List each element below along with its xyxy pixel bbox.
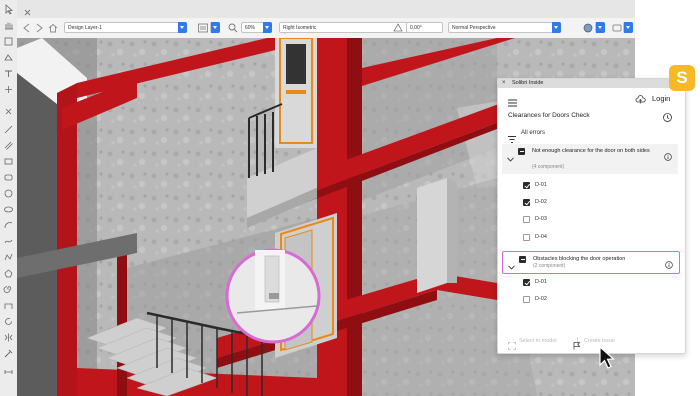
chevron-down-icon [596, 22, 605, 33]
back-arrow-icon[interactable] [21, 22, 33, 34]
group-checkbox-partial[interactable] [518, 148, 525, 155]
polygon-icon[interactable] [3, 268, 14, 279]
component-label: D-01 [535, 279, 547, 285]
cloud-icon [635, 92, 646, 104]
layer-options-dropdown[interactable] [210, 22, 220, 33]
chevron-down-icon [552, 22, 561, 33]
component-label: D-02 [535, 199, 547, 205]
selection-arrow-icon[interactable] [3, 4, 14, 15]
logo-letter: S [676, 68, 688, 87]
arc-tool-icon[interactable] [3, 220, 14, 231]
login-label: Login [652, 94, 671, 103]
checkbox-unchecked[interactable] [523, 234, 530, 241]
mouse-pointer-icon [598, 345, 616, 370]
text-tool-icon[interactable] [3, 68, 14, 79]
flag-icon [573, 337, 581, 350]
solibri-panel: × Solibri Inside Login Clearances for Do… [497, 78, 686, 354]
mirror-icon[interactable] [3, 332, 14, 343]
info-icon[interactable] [664, 148, 672, 161]
chevron-down-icon[interactable] [508, 257, 515, 270]
spiral-icon[interactable] [3, 284, 14, 295]
walkthrough-icon[interactable] [3, 52, 14, 63]
flyover-icon[interactable] [3, 36, 14, 47]
filter-icon [508, 130, 516, 143]
window-titlebar [17, 0, 635, 19]
panel-title: Solibri Inside [512, 80, 544, 86]
render-mode-dropdown[interactable] [595, 22, 605, 33]
render-mode-icon[interactable] [582, 22, 594, 34]
lighting-dropdown[interactable] [623, 22, 633, 33]
polyline-icon[interactable] [3, 252, 14, 263]
group-count: (2 component) [533, 263, 566, 269]
line-tool-icon[interactable] [3, 124, 14, 135]
component-label: D-01 [535, 182, 547, 188]
history-icon[interactable] [662, 110, 673, 122]
close-tab-icon[interactable] [23, 4, 32, 16]
move-icon[interactable] [3, 84, 14, 95]
pan-hand-icon[interactable] [3, 20, 14, 31]
layer-dropdown[interactable]: Design Layer-1 [64, 22, 187, 33]
panel-titlebar: × Solibri Inside [498, 79, 685, 88]
tool-palette [0, 0, 18, 396]
chevron-down-icon [178, 22, 187, 33]
select-frame-icon [508, 337, 516, 350]
chevron-down-icon[interactable] [507, 149, 514, 162]
rectangle-tool-icon[interactable] [3, 156, 14, 167]
plane-rotation-icon[interactable] [392, 22, 404, 34]
panel-footer: Select in model Create issue [498, 331, 685, 351]
create-issue-label: Create issue [584, 338, 615, 344]
dimension-icon[interactable] [3, 364, 14, 375]
checkbox-unchecked[interactable] [523, 216, 530, 223]
layer-value: Design Layer-1 [68, 25, 102, 31]
rounded-rect-icon[interactable] [3, 172, 14, 183]
checkbox-checked[interactable] [523, 199, 530, 206]
filter-label: All errors [521, 130, 546, 136]
lighting-icon[interactable] [611, 22, 623, 34]
chevron-down-icon [624, 22, 633, 33]
group-checkbox-partial[interactable] [519, 256, 526, 263]
forward-arrow-icon[interactable] [33, 22, 45, 34]
double-line-icon[interactable] [3, 140, 14, 151]
menu-icon[interactable] [508, 94, 517, 107]
issue-group[interactable]: Not enough clearance for the door on bot… [502, 144, 678, 174]
component-label: D-02 [535, 296, 547, 302]
component-label: D-04 [535, 234, 547, 240]
chevron-down-icon [263, 22, 272, 33]
freehand-icon[interactable] [3, 236, 14, 247]
zoom-value: 60% [245, 25, 256, 31]
group-title: Not enough clearance for the door on bot… [532, 148, 650, 154]
group-title: Obstacles blocking the door operation [533, 256, 626, 262]
select-in-model-label: Select in model [519, 338, 557, 344]
home-view-icon[interactable] [47, 22, 59, 34]
group-count: (4 component) [532, 164, 565, 170]
view-bar: Design Layer-1 60% Right Isometric 0.00°… [17, 18, 635, 39]
chevron-down-icon [211, 22, 220, 33]
section-title: Clearances for Doors Check [508, 112, 590, 119]
solibri-logo: S [669, 65, 695, 91]
projection-dropdown[interactable]: Normal Perspective [448, 22, 561, 33]
angle-value: 0.00° [410, 25, 422, 31]
circle-tool-icon[interactable] [3, 188, 14, 199]
view-value: Right Isometric [283, 25, 317, 31]
info-icon[interactable] [665, 256, 673, 269]
oval-tool-icon[interactable] [3, 204, 14, 215]
checkbox-checked[interactable] [523, 279, 530, 286]
eyedropper-icon[interactable] [3, 348, 14, 359]
projection-value: Normal Perspective [452, 25, 496, 31]
wall-tool-icon[interactable] [3, 300, 14, 311]
panel-close-icon[interactable]: × [502, 79, 506, 88]
component-label: D-03 [535, 216, 547, 222]
checkbox-checked[interactable] [523, 182, 530, 189]
zoom-dropdown[interactable]: 60% [241, 22, 272, 33]
layer-options-icon[interactable] [197, 22, 209, 34]
close-icon[interactable] [3, 106, 14, 117]
checkbox-unchecked[interactable] [523, 296, 530, 303]
rotate-icon[interactable] [3, 316, 14, 327]
angle-field[interactable]: 0.00° [406, 22, 443, 33]
zoom-icon[interactable] [227, 22, 239, 34]
issue-group-highlighted[interactable]: Obstacles blocking the door operation (2… [502, 251, 680, 274]
